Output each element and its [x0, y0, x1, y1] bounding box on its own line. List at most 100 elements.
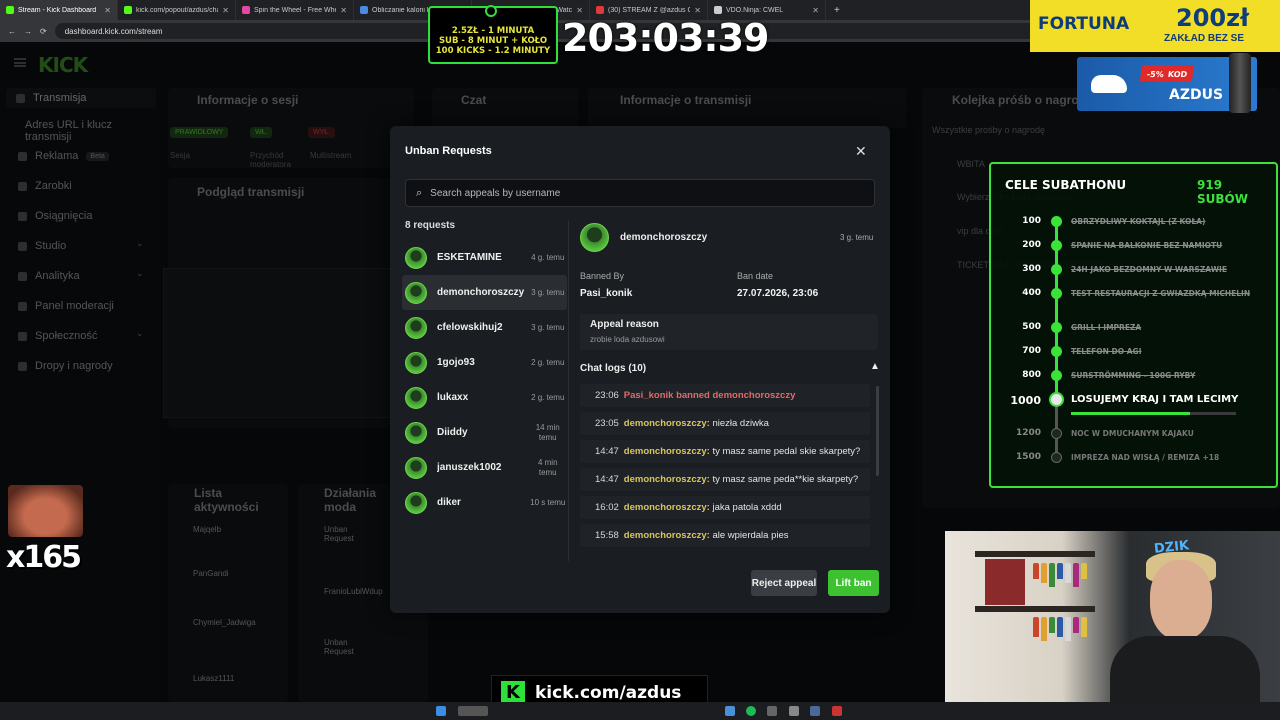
request-list-item[interactable]: cfelowskihuj2 3 g. temu — [402, 310, 567, 345]
reject-appeal-button[interactable]: Reject appeal — [751, 570, 817, 596]
tab-favicon-icon — [6, 6, 14, 14]
request-list-item[interactable]: 1gojo93 2 g. temu — [402, 345, 567, 380]
goal-threshold: 100 — [1022, 216, 1041, 226]
request-list-item[interactable]: januszek1002 4 min temu — [402, 450, 567, 485]
modal-title: Unban Requests — [405, 145, 492, 157]
spotify-icon[interactable] — [746, 706, 756, 716]
chat-log-entry: 14:47 demonchoroszczy: ty masz same peda*… — [580, 468, 870, 491]
goal-row: 200 SPANIE NA BALKONIE BEZ NAMIOTU — [991, 238, 1280, 258]
detail-time: 3 g. temu — [840, 233, 874, 242]
avatar — [405, 351, 427, 374]
kick-k-logo: K — [501, 680, 525, 705]
back-icon[interactable]: ← — [8, 27, 16, 36]
fortuna-subtitle: ZAKŁAD BEZ SE — [1164, 33, 1244, 44]
search-field[interactable]: ⌕ — [405, 179, 875, 207]
close-icon[interactable]: ✕ — [104, 6, 111, 15]
fortuna-ad: FORTUNA 200zł ZAKŁAD BEZ SE — [1030, 0, 1280, 52]
browser-tab[interactable]: Spin the Wheel - Free Wheel Sp ✕ — [236, 0, 354, 20]
discount-code: AZDUS — [1169, 87, 1224, 103]
request-username: Diiddy — [437, 427, 468, 438]
fortuna-amount: 200zł — [1176, 4, 1249, 32]
goal-text: TELEFON DO AGI — [1071, 347, 1142, 356]
appeal-reason-label: Appeal reason — [590, 319, 659, 330]
banned-by-value: Pasi_konik — [580, 288, 633, 299]
appeal-reason-box: Appeal reason zrobie loda azdusowi — [580, 314, 878, 350]
bottle — [1081, 617, 1087, 637]
reload-icon[interactable]: ⟳ — [40, 27, 47, 36]
log-time: 14:47 — [595, 446, 619, 457]
request-username: lukaxx — [437, 392, 469, 403]
log-time: 14:47 — [595, 474, 619, 485]
windows-start-icon[interactable] — [436, 706, 446, 716]
streamer-face-overlay — [8, 485, 83, 537]
avatar — [405, 456, 427, 479]
goal-row: 500 GRILL I IMPREZA — [991, 320, 1280, 340]
goal-threshold: 500 — [1022, 322, 1041, 332]
chat-log-entry: 14:47 demonchoroszczy: ty masz same pedal… — [580, 440, 870, 463]
new-tab-icon[interactable]: + — [826, 5, 848, 16]
goal-dot-icon — [1051, 428, 1062, 439]
shelf — [975, 606, 1095, 612]
sub-rate-line: SUB - 8 MINUT + KOŁO — [438, 36, 548, 46]
forward-icon[interactable]: → — [24, 27, 32, 36]
os-taskbar — [0, 702, 1280, 720]
close-icon[interactable]: ✕ — [222, 6, 229, 15]
request-time: 3 g. temu — [531, 322, 565, 332]
bottle — [1033, 563, 1039, 579]
explorer-icon[interactable] — [725, 706, 735, 716]
request-list-item[interactable]: diker 10 s temu — [402, 485, 567, 520]
bottle — [1049, 617, 1055, 633]
goal-dot-icon — [1051, 264, 1062, 275]
close-icon[interactable]: ✕ — [694, 6, 701, 15]
log-message: jaka patola xddd — [712, 502, 782, 513]
tab-label: VDO.Ninja: CWEL — [726, 6, 784, 14]
browser-tab[interactable]: kick.com/popout/azdus/chat ✕ — [118, 0, 236, 20]
tab-label: kick.com/popout/azdus/chat — [136, 6, 219, 14]
browser-tab[interactable]: Stream - Kick Dashboard ✕ — [0, 0, 118, 20]
request-username: diker — [437, 497, 461, 508]
goals-count: 919 SUBÓW — [1197, 178, 1248, 206]
chat-log-entry: 15:58 demonchoroszczy: ale wpierdala pies — [580, 524, 870, 547]
log-user: demonchoroszczy: — [623, 446, 710, 457]
search-input[interactable] — [430, 187, 851, 199]
request-list-item[interactable]: demonchoroszczy 3 g. temu — [402, 275, 567, 310]
discount-percent: -5% — [1146, 70, 1165, 79]
bottle — [1057, 617, 1063, 637]
goal-threshold: 1500 — [1015, 452, 1041, 462]
chevron-up-icon[interactable]: ▲ — [870, 361, 880, 372]
request-time: 10 s temu — [530, 497, 566, 507]
scrollbar[interactable] — [876, 386, 879, 476]
goal-threshold: 1000 — [1010, 394, 1041, 407]
tab-label: Spin the Wheel - Free Wheel Sp — [254, 6, 336, 14]
avatar — [405, 246, 427, 269]
discount-badge: -5% KOD — [1139, 65, 1195, 81]
chat-logs-toggle[interactable]: Chat logs (10) — [580, 363, 646, 374]
request-list-item[interactable]: Diiddy 14 min temu — [402, 415, 567, 450]
clock-icon — [485, 5, 497, 17]
app-icon[interactable] — [789, 706, 799, 716]
lift-ban-button[interactable]: Lift ban — [828, 570, 879, 596]
requests-count: 8 requests — [405, 220, 456, 231]
close-icon[interactable]: ✕ — [340, 6, 347, 15]
taskbar-search[interactable] — [458, 706, 488, 716]
close-icon[interactable]: ✕ — [855, 143, 867, 160]
goal-text: SURSTRÖMMING - 100G RYBY — [1071, 371, 1196, 380]
close-icon[interactable]: ✕ — [812, 6, 819, 15]
request-list-item[interactable]: lukaxx 2 g. temu — [402, 380, 567, 415]
tab-favicon-icon — [124, 6, 132, 14]
goal-dot-icon — [1051, 240, 1062, 251]
log-message: ty masz same pedal skie skarpety? — [712, 446, 861, 457]
app-icon[interactable] — [767, 706, 777, 716]
log-time: 23:05 — [595, 418, 619, 429]
goal-row: 100 OBRZYDLIWY KOKTAJL (Z KOŁA) — [991, 214, 1280, 234]
divider — [568, 221, 569, 561]
steam-icon[interactable] — [810, 706, 820, 716]
energy-can-icon — [1229, 53, 1251, 113]
multiplier-text: x165 — [6, 540, 82, 575]
chat-logs-list[interactable]: 23:06 Pasi_konik banned demonchoroszczy 23… — [580, 384, 870, 559]
close-icon[interactable]: ✕ — [576, 6, 583, 15]
request-list-item[interactable]: ESKETAMINE 4 g. temu — [402, 240, 567, 275]
app-icon[interactable] — [832, 706, 842, 716]
goal-progress-fill — [1071, 412, 1190, 415]
requests-list: ESKETAMINE 4 g. temu demonchoroszczy 3 g. t… — [402, 240, 567, 520]
